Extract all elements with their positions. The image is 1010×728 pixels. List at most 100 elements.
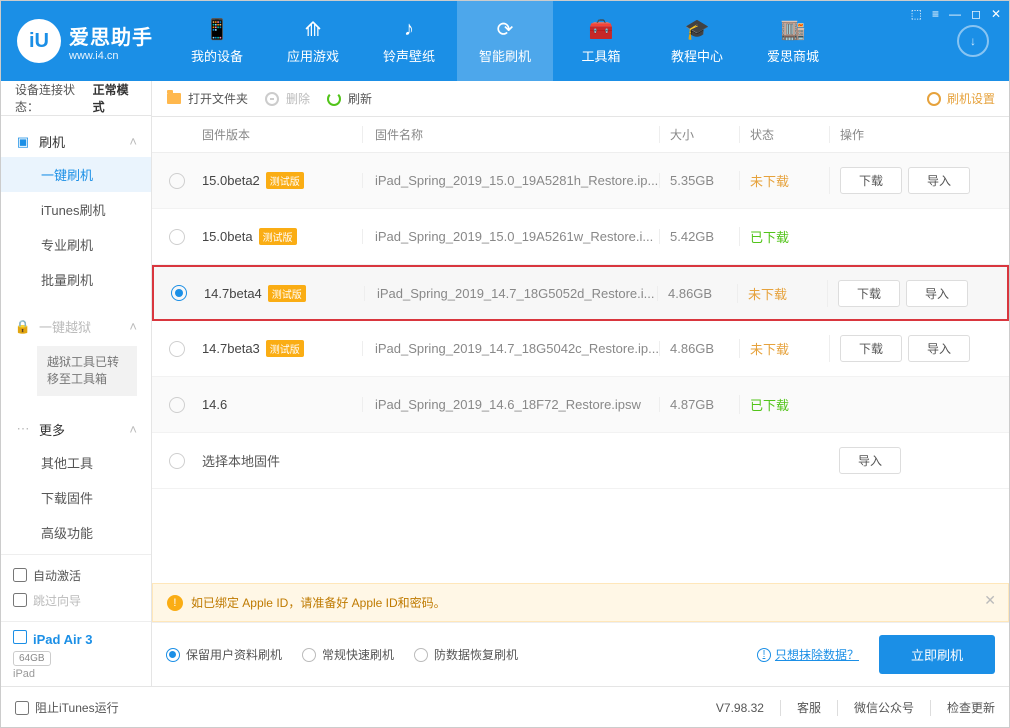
table-row[interactable]: 14.7beta3测试版 iPad_Spring_2019_14.7_18G50… <box>152 321 1009 377</box>
row-radio[interactable] <box>169 173 185 189</box>
window-minimize[interactable]: — <box>949 7 961 21</box>
sidebar-item-flash-3[interactable]: 批量刷机 <box>1 262 151 297</box>
nav-item-5[interactable]: 🎓教程中心 <box>649 1 745 81</box>
nav-item-3[interactable]: ⟳智能刷机 <box>457 1 553 81</box>
flash-now-button[interactable]: 立即刷机 <box>879 635 995 674</box>
refresh-button[interactable]: 刷新 <box>326 90 372 107</box>
window-controls: ⬚ ≡ — ◻ ✕ <box>911 7 1001 21</box>
window-control-1[interactable]: ⬚ <box>911 7 922 21</box>
window-maximize[interactable]: ◻ <box>971 7 981 21</box>
flash-settings-button[interactable]: 刷机设置 <box>927 90 995 107</box>
auto-activate-input[interactable] <box>13 568 27 582</box>
sidebar-item-more-0[interactable]: 其他工具 <box>1 445 151 480</box>
fw-filename: iPad_Spring_2019_14.7_18G5052d_Restore.i… <box>377 286 655 301</box>
table-row[interactable]: 14.6 iPad_Spring_2019_14.6_18F72_Restore… <box>152 377 1009 433</box>
download-button[interactable]: 下载 <box>840 335 902 362</box>
table-row-local[interactable]: 选择本地固件 导入 <box>152 433 1009 489</box>
sidebar-section-jailbreak[interactable]: 🔒 一键越狱 ˄ <box>1 311 151 342</box>
close-icon[interactable]: ✕ <box>984 592 996 609</box>
customer-service-link[interactable]: 客服 <box>797 699 821 716</box>
nav-label: 我的设备 <box>191 46 243 65</box>
warning-icon: ! <box>167 595 183 611</box>
import-button[interactable]: 导入 <box>908 167 970 194</box>
fw-size: 4.86GB <box>670 341 714 356</box>
nav-label: 爱思商城 <box>767 46 819 65</box>
folder-icon <box>166 91 182 107</box>
sidebar-item-flash-2[interactable]: 专业刷机 <box>1 227 151 262</box>
table-header: 固件版本 固件名称 大小 状态 操作 <box>152 117 1009 153</box>
col-status: 状态 <box>739 126 829 143</box>
row-radio[interactable] <box>171 285 187 301</box>
nav-item-1[interactable]: ⟰应用游戏 <box>265 1 361 81</box>
app-header: iU 爱思助手 www.i4.cn 📱我的设备⟰应用游戏♪铃声壁纸⟳智能刷机🧰工… <box>1 1 1009 81</box>
row-radio[interactable] <box>169 341 185 357</box>
row-radio[interactable] <box>169 397 185 413</box>
table-row[interactable]: 15.0beta测试版 iPad_Spring_2019_15.0_19A526… <box>152 209 1009 265</box>
refresh-label: 刷新 <box>348 90 372 107</box>
sidebar-item-more-1[interactable]: 下载固件 <box>1 480 151 515</box>
action-bar: 保留用户资料刷机 常规快速刷机 防数据恢复刷机 ! 只想抹除数据？ 立即刷机 <box>152 622 1009 686</box>
nav-label: 铃声壁纸 <box>383 46 435 65</box>
device-storage: 64GB <box>13 651 51 666</box>
window-close[interactable]: ✕ <box>991 7 1001 21</box>
wechat-link[interactable]: 微信公众号 <box>854 699 914 716</box>
fw-filename: iPad_Spring_2019_14.6_18F72_Restore.ipsw <box>375 397 641 412</box>
row-radio[interactable] <box>169 229 185 245</box>
block-itunes-checkbox[interactable]: 阻止iTunes运行 <box>15 695 119 720</box>
block-itunes-input[interactable] <box>15 701 29 715</box>
device-panel[interactable]: iPad Air 3 64GB iPad <box>1 621 151 688</box>
row-radio[interactable] <box>169 453 185 469</box>
chevron-up-icon: ˄ <box>129 134 137 149</box>
mode-label: 防数据恢复刷机 <box>434 646 518 663</box>
nav-item-4[interactable]: 🧰工具箱 <box>553 1 649 81</box>
local-firmware-label: 选择本地固件 <box>202 454 280 469</box>
download-manager-icon[interactable]: ↓ <box>957 25 989 57</box>
fw-status: 已下载 <box>750 230 789 245</box>
nav-item-2[interactable]: ♪铃声壁纸 <box>361 1 457 81</box>
flash-mode-option-0[interactable]: 保留用户资料刷机 <box>166 646 282 663</box>
fw-size: 5.35GB <box>670 173 714 188</box>
skip-guide-checkbox[interactable]: 跳过向导 <box>13 588 139 613</box>
status-label: 设备连接状态： <box>15 81 93 115</box>
brand-url: www.i4.cn <box>69 50 153 62</box>
check-update-link[interactable]: 检查更新 <box>947 699 995 716</box>
app-version: V7.98.32 <box>716 701 764 715</box>
beta-badge: 测试版 <box>268 285 306 302</box>
sidebar-item-more-2[interactable]: 高级功能 <box>1 515 151 550</box>
table-row[interactable]: 14.7beta4测试版 iPad_Spring_2019_14.7_18G50… <box>152 265 1009 321</box>
sidebar-section-flash[interactable]: ▣ 刷机 ˄ <box>1 126 151 157</box>
nav-icon: ⟳ <box>493 18 517 42</box>
auto-activate-label: 自动激活 <box>33 567 81 584</box>
help-icon: ! <box>757 648 771 662</box>
brand-name: 爱思助手 <box>69 21 153 50</box>
open-folder-label: 打开文件夹 <box>188 90 248 107</box>
import-button[interactable]: 导入 <box>839 447 901 474</box>
window-control-menu[interactable]: ≡ <box>932 7 939 21</box>
nav-item-0[interactable]: 📱我的设备 <box>169 1 265 81</box>
connection-status: 设备连接状态： 正常模式 <box>1 81 151 116</box>
nav-item-6[interactable]: 🏬爱思商城 <box>745 1 841 81</box>
erase-data-link[interactable]: ! 只想抹除数据？ <box>757 646 859 663</box>
open-folder-button[interactable]: 打开文件夹 <box>166 90 248 107</box>
auto-activate-checkbox[interactable]: 自动激活 <box>13 563 139 588</box>
erase-data-label: 只想抹除数据？ <box>775 646 859 663</box>
sidebar-section-more[interactable]: ⋯ 更多 ˄ <box>1 414 151 445</box>
fw-status: 未下载 <box>750 342 789 357</box>
chevron-up-icon: ˄ <box>129 319 137 334</box>
sidebar-item-flash-1[interactable]: iTunes刷机 <box>1 192 151 227</box>
beta-badge: 测试版 <box>266 340 304 357</box>
download-button[interactable]: 下载 <box>838 280 900 307</box>
sidebar-item-flash-0[interactable]: 一键刷机 <box>1 157 151 192</box>
fw-filename: iPad_Spring_2019_15.0_19A5281h_Restore.i… <box>375 173 658 188</box>
beta-badge: 测试版 <box>259 228 297 245</box>
import-button[interactable]: 导入 <box>906 280 968 307</box>
download-button[interactable]: 下载 <box>840 167 902 194</box>
flash-mode-option-1[interactable]: 常规快速刷机 <box>302 646 394 663</box>
nav-label: 应用游戏 <box>287 46 339 65</box>
flash-mode-option-2[interactable]: 防数据恢复刷机 <box>414 646 518 663</box>
skip-guide-input[interactable] <box>13 593 27 607</box>
table-row[interactable]: 15.0beta2测试版 iPad_Spring_2019_15.0_19A52… <box>152 153 1009 209</box>
warning-bar: ! 如已绑定 Apple ID，请准备好 Apple ID和密码。 ✕ <box>152 583 1009 622</box>
nav-label: 教程中心 <box>671 46 723 65</box>
import-button[interactable]: 导入 <box>908 335 970 362</box>
